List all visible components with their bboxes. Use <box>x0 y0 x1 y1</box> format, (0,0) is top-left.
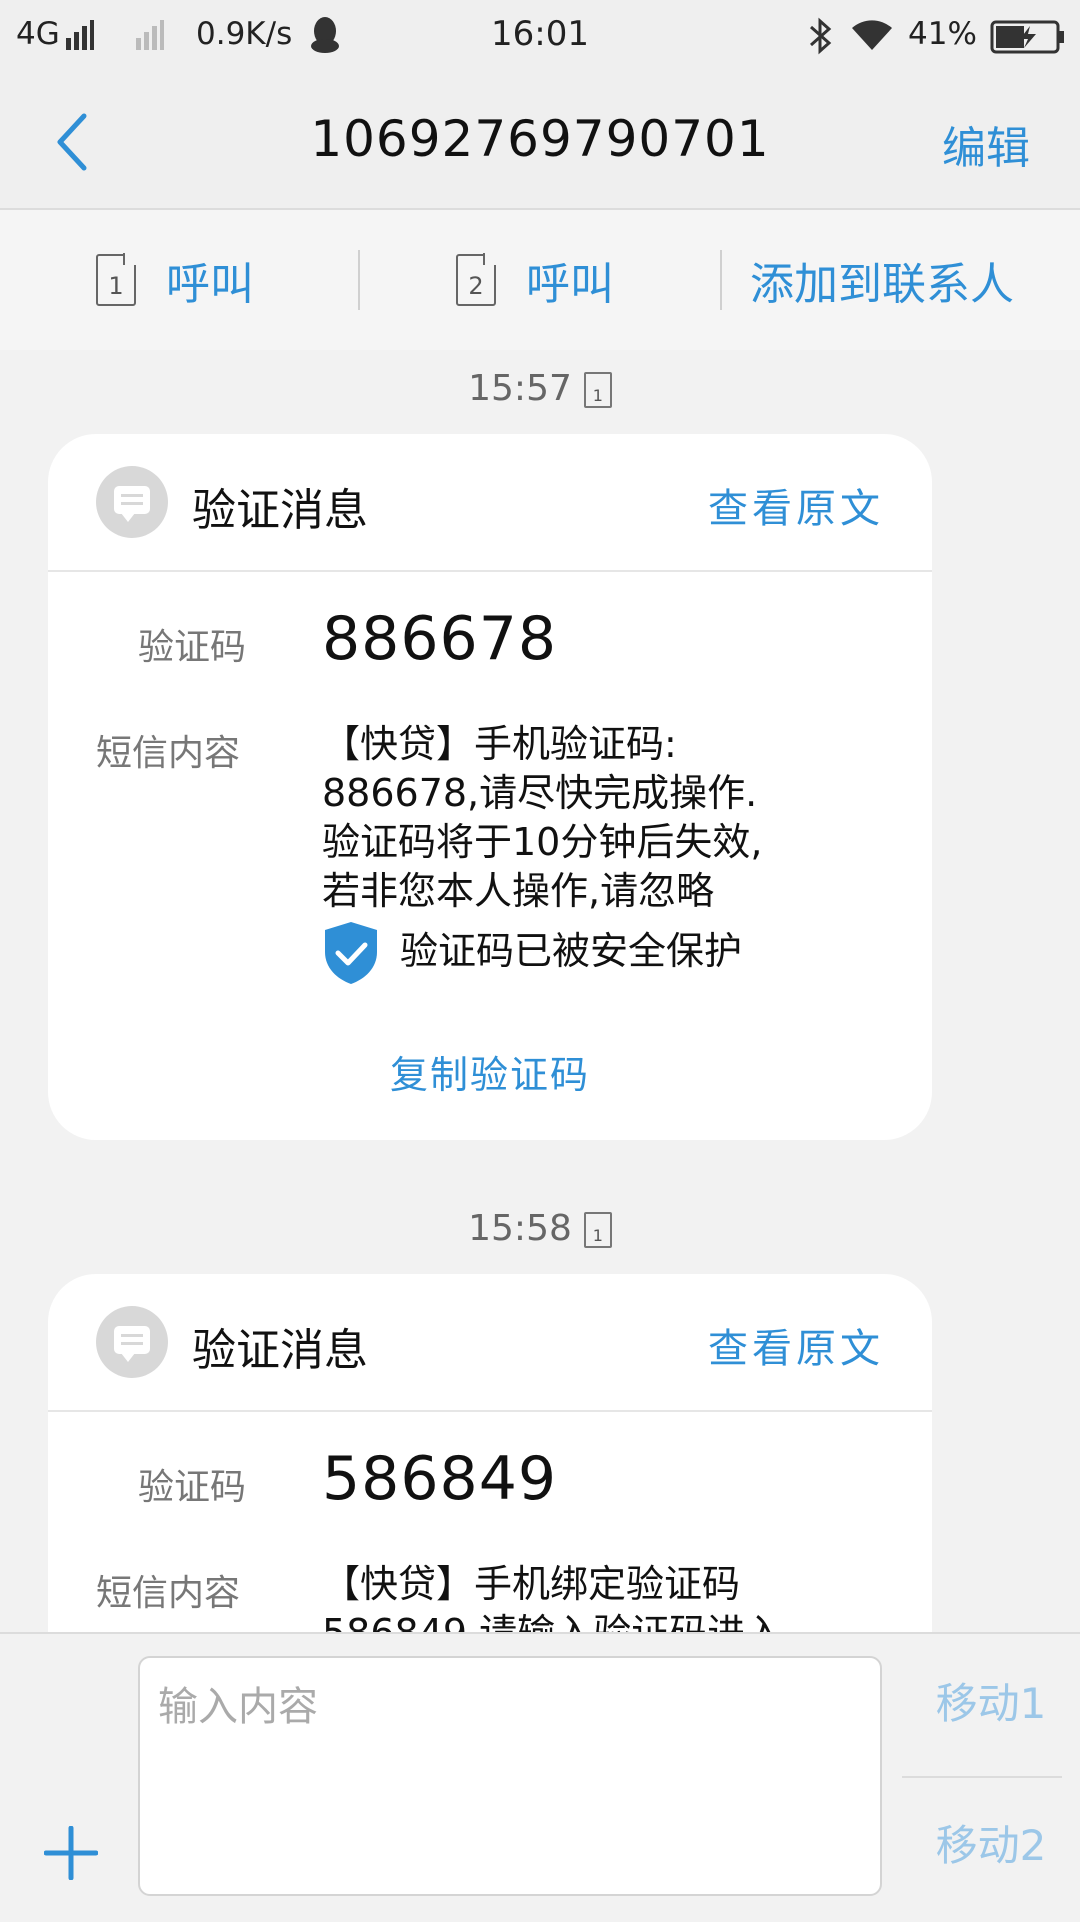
edit-button[interactable]: 编辑 <box>942 112 1030 176</box>
sim-card-icon: 1 <box>583 1212 612 1248</box>
view-original-button[interactable]: 查看原文 <box>708 476 884 534</box>
action-bar: 1 呼叫 2 呼叫 添加到联系人 <box>0 210 1080 350</box>
sim-card-icon: 1 <box>583 372 612 408</box>
battery-percent: 41% <box>908 16 977 52</box>
message-avatar-icon <box>96 466 168 538</box>
message-input[interactable]: 输入内容 <box>138 1656 882 1896</box>
protected-text: 验证码已被安全保护 <box>400 928 743 973</box>
card-title: 验证消息 <box>192 485 368 536</box>
content-label: 短信内容 <box>96 733 241 774</box>
message-timestamp: 15:57 1 <box>0 368 1080 409</box>
sms-content: 【快贷】手机验证码: 886678,请尽快完成操作. 验证码将于10分钟后失效,… <box>322 720 882 986</box>
message-timestamp: 15:58 1 <box>0 1208 1080 1249</box>
conversation-header: 10692769790701 编辑 <box>0 72 1080 210</box>
add-attachment-icon[interactable] <box>44 1826 98 1880</box>
battery-icon <box>990 20 1064 54</box>
verification-code: 586849 <box>322 1444 558 1514</box>
divider <box>358 250 360 310</box>
card-header: 验证消息 查看原文 <box>48 1274 932 1412</box>
call-sim1-label: 呼叫 <box>166 259 254 310</box>
sim-card-icon: 1 <box>96 254 136 306</box>
copy-code-button[interactable]: 复制验证码 <box>48 1044 932 1099</box>
verification-code: 886678 <box>322 604 558 674</box>
status-bar: 4G 0.9K/s 16:01 41% <box>0 0 1080 72</box>
divider <box>902 1776 1062 1778</box>
call-sim2-button[interactable]: 2 呼叫 <box>456 210 614 350</box>
add-to-contacts-button[interactable]: 添加到联系人 <box>750 210 1014 350</box>
bluetooth-icon <box>810 17 832 55</box>
call-sim2-label: 呼叫 <box>526 259 614 310</box>
send-sim2-button[interactable]: 移动2 <box>902 1812 1080 1873</box>
contact-number-title: 10692769790701 <box>310 110 770 168</box>
code-label: 验证码 <box>138 627 247 668</box>
sim-card-icon: 2 <box>456 254 496 306</box>
call-sim1-button[interactable]: 1 呼叫 <box>96 210 254 350</box>
wifi-icon <box>852 20 892 50</box>
card-title: 验证消息 <box>192 1325 368 1376</box>
card-header: 验证消息 查看原文 <box>48 434 932 572</box>
verification-card: 验证消息 查看原文 验证码 586849 短信内容 【快贷】手机绑定验证码 58… <box>48 1274 932 1674</box>
send-sim1-button[interactable]: 移动1 <box>902 1670 1080 1731</box>
message-avatar-icon <box>96 1306 168 1378</box>
shield-check-icon <box>325 922 377 984</box>
view-original-button[interactable]: 查看原文 <box>708 1316 884 1374</box>
divider <box>720 250 722 310</box>
protected-row: 验证码已被安全保护 <box>322 916 882 986</box>
code-label: 验证码 <box>138 1467 247 1508</box>
content-label: 短信内容 <box>96 1573 241 1614</box>
verification-card: 验证消息 查看原文 验证码 886678 短信内容 【快贷】手机验证码: 886… <box>48 434 932 1140</box>
